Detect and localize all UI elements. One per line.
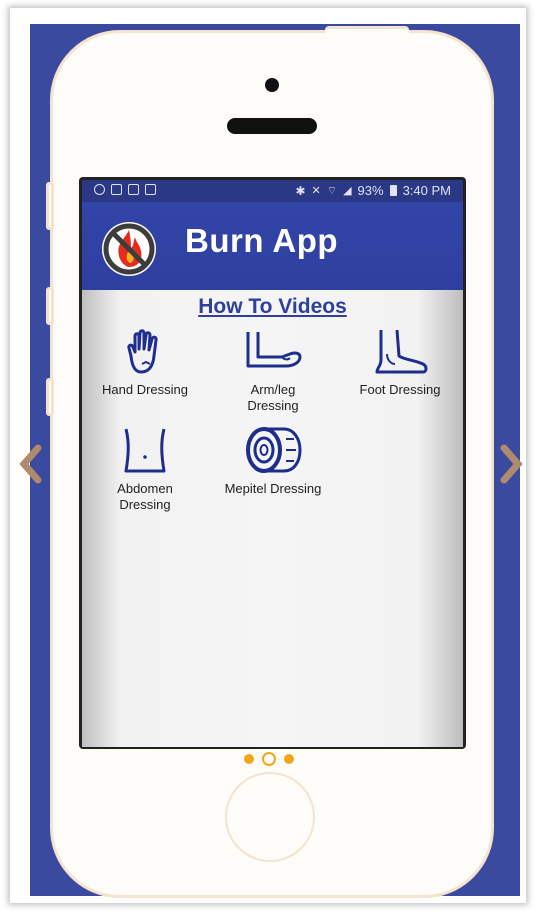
battery-percent: 93%	[357, 183, 384, 198]
abdomen-icon	[124, 428, 166, 473]
slide-indicator	[244, 752, 294, 766]
shield-icon	[94, 184, 105, 195]
front-camera	[265, 78, 279, 92]
mute-icon: ✕	[311, 185, 321, 197]
video-tile-hand-dressing[interactable]: Hand Dressing	[82, 326, 208, 398]
section-title: How To Videos	[198, 295, 347, 318]
battery-icon	[389, 185, 397, 196]
foot-icon	[375, 329, 428, 374]
video-label: Hand Dressing	[102, 382, 188, 397]
no-fire-icon	[102, 222, 156, 276]
hand-icon	[127, 329, 158, 374]
notification-icons	[94, 184, 156, 195]
power-button	[325, 26, 409, 37]
video-label: Foot Dressing	[359, 382, 441, 397]
video-label: Abdomen Dressing	[117, 481, 173, 512]
arm-icon	[246, 332, 302, 368]
slide-dot[interactable]	[284, 754, 294, 764]
app-header: Burn App	[82, 202, 463, 290]
next-arrow-icon[interactable]	[498, 440, 524, 488]
mute-switch	[46, 182, 54, 230]
video-tile-abdomen-dressing[interactable]: Abdomen Dressing	[82, 425, 208, 513]
wifi-icon: ⌔	[326, 184, 338, 197]
bluetooth-icon: ✱	[295, 183, 306, 198]
earpiece-speaker	[227, 118, 317, 134]
document-icon	[111, 184, 122, 195]
bandage-roll-icon	[246, 427, 302, 473]
system-icons: ✱ ✕ ⌔ ◢ 93% 3:40 PM	[295, 183, 451, 198]
camera-icon	[145, 184, 156, 195]
app-title: Burn App	[185, 222, 339, 259]
phone-screen: ✱ ✕ ⌔ ◢ 93% 3:40 PM Burn App How To Vide…	[79, 177, 466, 749]
home-button[interactable]	[225, 772, 315, 862]
video-tile-mepitel-dressing[interactable]: Mepitel Dressing	[210, 425, 336, 497]
video-tile-arm-leg-dressing[interactable]: Arm/leg Dressing	[210, 326, 336, 414]
image-icon	[128, 184, 139, 195]
volume-down-button	[46, 378, 54, 416]
status-bar: ✱ ✕ ⌔ ◢ 93% 3:40 PM	[82, 180, 463, 202]
slide-dot-active[interactable]	[262, 752, 276, 766]
video-tile-foot-dressing[interactable]: Foot Dressing	[337, 326, 463, 398]
video-label: Mepitel Dressing	[224, 481, 322, 496]
video-label: Arm/leg Dressing	[247, 382, 299, 413]
clock: 3:40 PM	[402, 183, 451, 198]
previous-arrow-icon[interactable]	[18, 440, 44, 488]
signal-icon: ◢	[343, 185, 352, 197]
volume-up-button	[46, 287, 54, 325]
videos-content: How To Videos Hand Dressing Arm/leg Dres…	[82, 290, 463, 747]
slide-dot[interactable]	[244, 754, 254, 764]
